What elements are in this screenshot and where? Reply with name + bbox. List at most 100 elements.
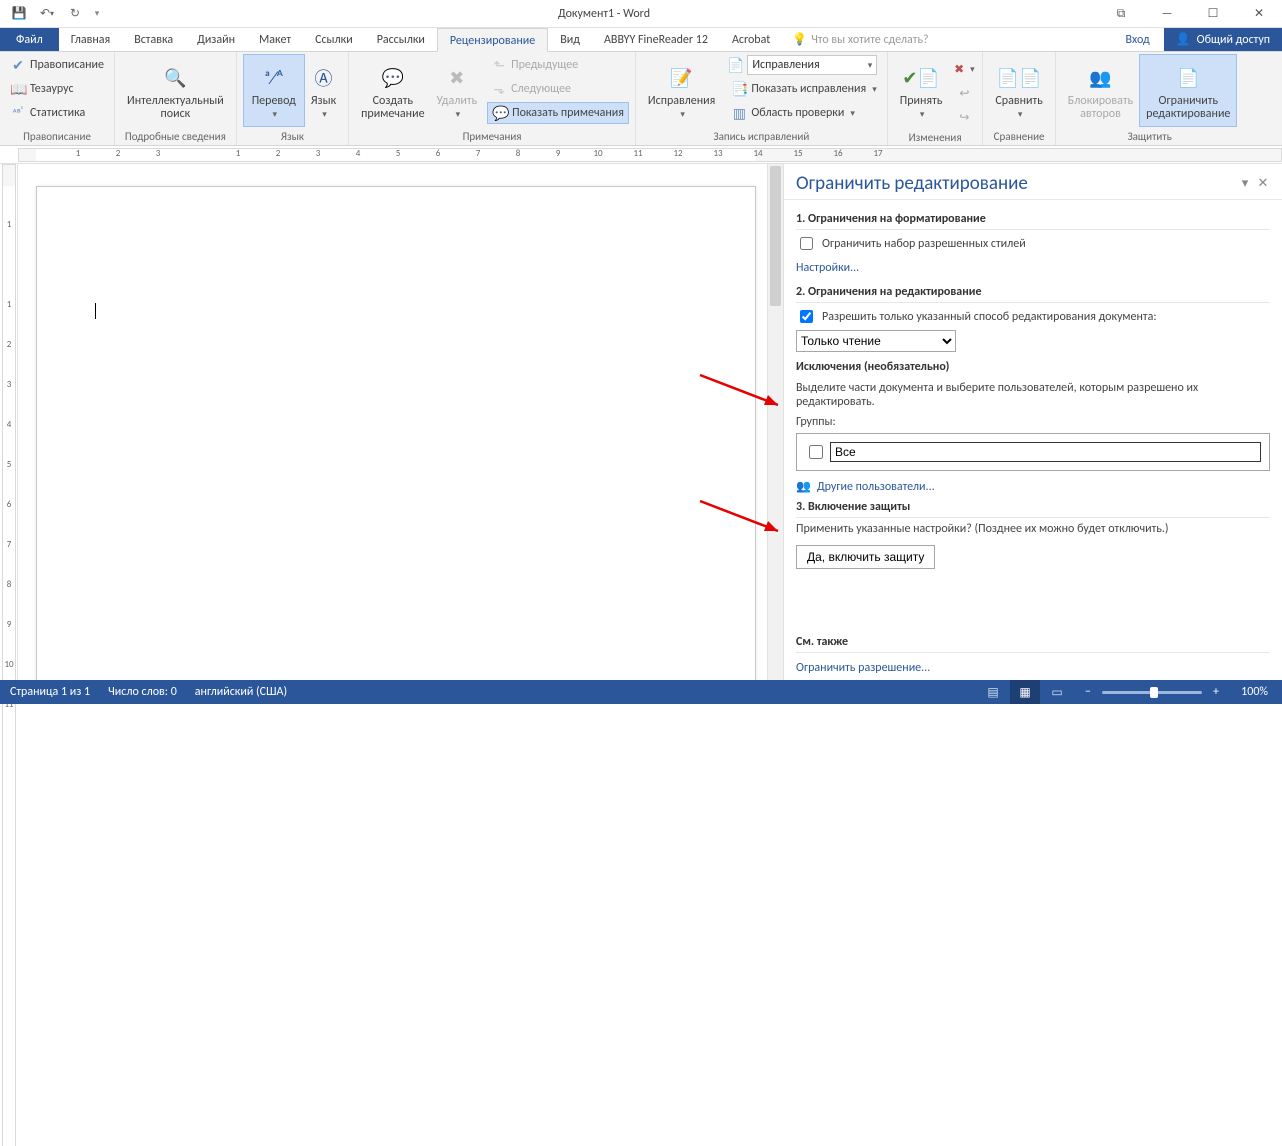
groups-label: Группы: [796,415,1270,429]
reviewing-pane-button[interactable]: ▥Область проверки [727,102,880,124]
tab-home[interactable]: Главная [59,28,122,51]
pane-title: Ограничить редактирование [796,172,1236,195]
ribbon-options-icon[interactable]: ⧉ [1098,0,1144,27]
ruler-horizontal[interactable]: 1231234567891011121314151617 [0,146,1282,164]
formatting-settings-link[interactable]: Настройки... [796,261,859,275]
close-icon[interactable]: ✕ [1236,0,1282,27]
group-changes-label: Изменения [888,130,983,146]
group-protect: 👥 Блокировать авторов 📄 Ограничить редак… [1056,52,1244,145]
show-markup-button[interactable]: 📑Показать исправления [727,78,880,100]
status-language[interactable]: английский (США) [195,685,287,699]
compare-button[interactable]: 📄📄 Сравнить [989,54,1048,127]
save-icon[interactable]: 💾 [6,2,32,26]
prev-comment-button[interactable]: ⬑Предыдущее [487,54,629,76]
qat-customize-icon[interactable]: ▾ [90,2,104,26]
show-comments-button[interactable]: 💬Показать примечания [487,102,629,124]
maximize-icon[interactable]: ☐ [1190,0,1236,27]
tell-me-input[interactable]: 💡 Что вы хотите сделать? [782,28,938,51]
prev-comment-icon: ⬑ [491,57,507,74]
group-language-label: Язык [237,129,348,145]
view-read-icon[interactable]: ▤ [978,680,1008,704]
everyone-field[interactable] [830,442,1261,462]
reject-button[interactable]: ✖ [952,58,976,80]
editing-type-combo[interactable]: Только чтение [796,330,1270,352]
show-markup-icon: 📑 [731,81,747,98]
track-changes-button[interactable]: 📝 Исправления [642,54,721,127]
restrict-editing-icon: 📄 [1177,61,1199,95]
tab-references[interactable]: Ссылки [303,28,365,51]
translate-button[interactable]: ᵃ⁄ᴬ Перевод [243,54,305,127]
compare-icon: 📄📄 [997,61,1042,95]
share-button[interactable]: 👤 Общий доступ [1164,28,1282,51]
next-comment-icon: ⬎ [491,81,507,98]
people-icon: 👥 [796,479,811,494]
share-icon: 👤 [1176,28,1191,52]
more-users-link[interactable]: 👥 Другие пользователи... [796,479,1270,494]
document-area[interactable] [18,164,784,680]
accept-icon: ✔📄 [902,61,940,95]
undo-icon[interactable]: ↶▾ [34,2,60,26]
accept-button[interactable]: ✔📄 Принять [894,54,949,128]
sign-in-link[interactable]: Вход [1111,28,1163,51]
tab-mailings[interactable]: Рассылки [365,28,437,51]
delete-comment-icon: ✖ [449,61,464,95]
zoom-in-button[interactable]: + [1208,685,1224,699]
reject-icon: ✖ [954,62,964,77]
ruler-vertical[interactable]: 11234567891011 [0,164,18,680]
vertical-scrollbar[interactable] [767,164,783,680]
thesaurus-button[interactable]: 📖Тезаурус [6,78,108,100]
pane-close-icon[interactable]: ✕ [1254,176,1272,191]
prev-change-button[interactable]: ↩ [952,82,976,104]
language-button[interactable]: Ⓐ Язык [305,54,342,127]
spelling-button[interactable]: ✔Правописание [6,54,108,76]
minimize-icon[interactable]: — [1144,0,1190,27]
zoom-percent[interactable]: 100% [1230,685,1274,699]
block-authors-button[interactable]: 👥 Блокировать авторов [1062,54,1139,127]
block-authors-icon: 👥 [1089,61,1111,95]
display-combo-icon: 📄 [727,57,743,74]
delete-comment-button[interactable]: ✖ Удалить [431,54,484,127]
tab-view[interactable]: Вид [548,28,592,51]
restrict-editing-pane: Ограничить редактирование ▾ ✕ 1. Огранич… [784,164,1282,680]
status-bar: Страница 1 из 1 Число слов: 0 английский… [0,680,1282,704]
next-change-button[interactable]: ↪ [952,106,976,128]
group-changes: ✔📄 Принять ✖ ↩ ↪ Изменения [888,52,984,145]
view-print-icon[interactable]: ▦ [1010,680,1040,704]
pane-section3-heading: 3. Включение защиты [796,500,1270,518]
next-comment-button[interactable]: ⬎Следующее [487,78,629,100]
pane-menu-icon[interactable]: ▾ [1236,176,1254,191]
smart-lookup-button[interactable]: 🔍 Интеллектуальный поиск [121,54,230,127]
show-comments-icon: 💬 [492,105,508,122]
formatting-restrict-checkbox[interactable]: Ограничить набор разрешенных стилей [796,234,1270,253]
new-comment-button[interactable]: 💬 Создать примечание [355,54,430,127]
tab-layout[interactable]: Макет [247,28,303,51]
document-page[interactable] [36,186,756,680]
statistics-button[interactable]: ᴬᴮᶜСтатистика [6,102,108,124]
status-words[interactable]: Число слов: 0 [108,685,177,699]
editing-restrict-checkbox[interactable]: Разрешить только указанный способ редакт… [796,307,1270,326]
ribbon-tabs: Файл Главная Вставка Дизайн Макет Ссылки… [0,28,1282,52]
zoom-slider[interactable] [1102,691,1202,694]
window-title: Документ1 - Word [110,0,1098,27]
tab-acrobat[interactable]: Acrobat [720,28,782,51]
tab-abbyy[interactable]: ABBYY FineReader 12 [592,28,720,51]
bulb-icon: 💡 [792,32,807,47]
restrict-permission-link[interactable]: Ограничить разрешение... [796,661,930,675]
zoom-out-button[interactable]: − [1080,685,1096,699]
redo-icon[interactable]: ↻ [62,2,88,26]
display-for-review-combo[interactable]: 📄 Исправления [727,54,880,76]
pane-section1-heading: 1. Ограничения на форматирование [796,212,1270,230]
tab-insert[interactable]: Вставка [122,28,185,51]
quick-access-toolbar: 💾 ↶▾ ↻ ▾ [0,0,110,27]
restrict-editing-button[interactable]: 📄 Ограничить редактирование [1139,54,1237,127]
tab-design[interactable]: Дизайн [185,28,247,51]
tab-file[interactable]: Файл [0,28,59,51]
groups-box [796,433,1270,471]
start-enforcement-button[interactable]: Да, включить защиту [796,545,935,569]
status-page[interactable]: Страница 1 из 1 [10,685,90,699]
ribbon: ✔Правописание 📖Тезаурус ᴬᴮᶜСтатистика Пр… [0,52,1282,146]
tab-review[interactable]: Рецензирование [437,28,548,52]
view-web-icon[interactable]: ▭ [1042,680,1072,704]
new-comment-icon: 💬 [382,61,404,95]
everyone-checkbox[interactable] [809,445,823,459]
